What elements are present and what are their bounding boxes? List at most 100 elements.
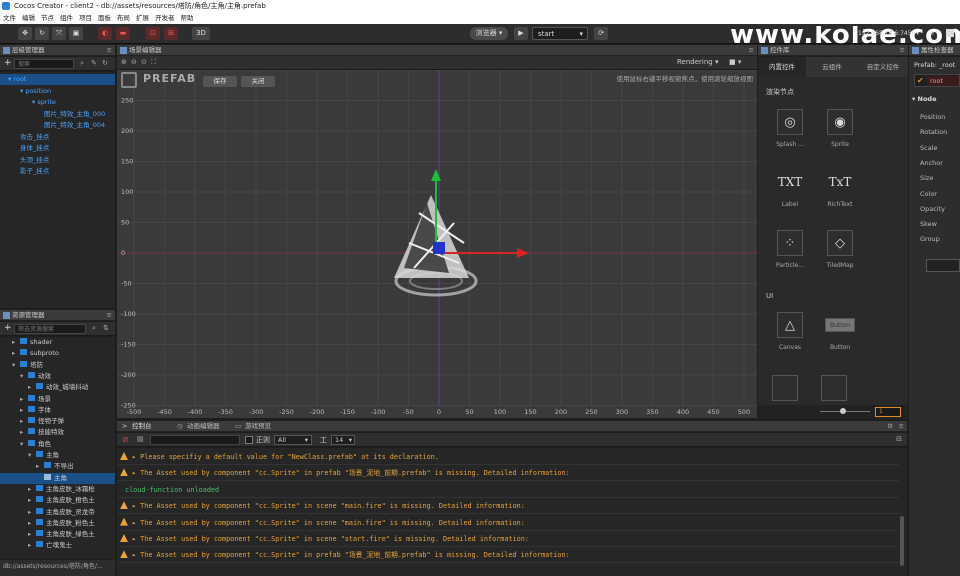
- panel-menu-icon[interactable]: ≡: [107, 310, 112, 320]
- assets-panel-header[interactable]: 资源管理器 ≡: [0, 310, 115, 321]
- log-level-select[interactable]: All ▾: [274, 435, 312, 445]
- prefab-save-button[interactable]: 保存: [203, 76, 237, 87]
- menu-item[interactable]: 帮助: [178, 12, 197, 24]
- assets-search-input[interactable]: 筛选资源搜索: [14, 324, 86, 334]
- zoom-out-icon[interactable]: ⊖: [131, 58, 137, 66]
- hierarchy-search-input[interactable]: 搜索: [14, 59, 74, 69]
- console-warning[interactable]: ▸ The Asset used by component "cc.Sprite…: [117, 548, 899, 564]
- hierarchy-node[interactable]: 头顶_挂点: [0, 155, 115, 166]
- console-scrollbar[interactable]: [900, 516, 904, 566]
- open-log-icon[interactable]: ▤: [137, 435, 144, 443]
- asset-item[interactable]: ▸ 亡魂鬼士: [0, 540, 115, 551]
- asset-item[interactable]: ▸ shader: [0, 337, 115, 348]
- asset-item[interactable]: ▸ 主角皮肤_粉色土: [0, 518, 115, 529]
- component-particle[interactable]: ⁘ Particle...: [770, 230, 810, 269]
- fit-view-icon[interactable]: ⛶: [151, 58, 156, 67]
- components-panel-header[interactable]: 控件库 ≡: [758, 45, 908, 56]
- zoom-input[interactable]: 1: [875, 407, 901, 417]
- hierarchy-node[interactable]: ▾ root: [0, 74, 115, 85]
- browser-select[interactable]: 浏览器 ▾: [470, 27, 508, 40]
- asset-item[interactable]: 主角: [0, 472, 115, 484]
- play-button[interactable]: ▶: [514, 27, 528, 40]
- menu-item[interactable]: 项目: [76, 12, 95, 24]
- menu-item[interactable]: 组件: [57, 12, 76, 24]
- tab-console[interactable]: 控制台: [132, 421, 152, 431]
- menu-item[interactable]: 布局: [114, 12, 133, 24]
- asset-item[interactable]: ▾ 角色: [0, 439, 115, 450]
- asset-item[interactable]: ▸ 主角皮肤_冰霜枪: [0, 484, 115, 495]
- collapse-icon[interactable]: ⊟: [896, 435, 902, 443]
- rotate-tool-button[interactable]: ↻: [35, 27, 49, 40]
- gizmo-toggle-button[interactable]: ⊞: [164, 27, 178, 40]
- snap-toggle-button[interactable]: ⊡: [146, 27, 160, 40]
- sort-icon[interactable]: ⇅: [103, 324, 109, 332]
- refresh-icon[interactable]: ↻: [102, 59, 108, 67]
- rect-tool-button[interactable]: ▣: [69, 27, 83, 40]
- tab-animation-editor[interactable]: 动画编辑器: [187, 421, 220, 431]
- mode-3d-button[interactable]: 3D: [192, 27, 210, 40]
- asset-item[interactable]: ▾ 主角: [0, 450, 115, 461]
- zoom-in-icon[interactable]: ⊕: [121, 58, 127, 66]
- menu-item[interactable]: 面板: [95, 12, 114, 24]
- pivot-toggle-button[interactable]: ◐: [98, 27, 112, 40]
- menu-item[interactable]: 扩展: [133, 12, 152, 24]
- panel-menu-icon[interactable]: ≡: [749, 45, 754, 55]
- folder-icon[interactable]: [946, 29, 954, 37]
- add-component-button[interactable]: [926, 259, 960, 272]
- console-warning[interactable]: ▸ The Asset used by component "cc.Sprite…: [117, 532, 899, 547]
- menu-item[interactable]: 开发者: [152, 12, 178, 24]
- tab-game-preview[interactable]: 游戏预览: [245, 421, 271, 431]
- component-label[interactable]: TXT Label: [770, 169, 810, 208]
- regex-checkbox[interactable]: [245, 436, 253, 444]
- console-warning[interactable]: ▸ Please specifiy a default value for "N…: [117, 450, 899, 465]
- console-settings-icon[interactable]: ⚙: [887, 421, 893, 431]
- scene-select[interactable]: start ▾: [532, 27, 588, 40]
- console-warning[interactable]: ▸ The Asset used by component "cc.Sprite…: [117, 466, 899, 482]
- hierarchy-node[interactable]: 身体_挂点: [0, 143, 115, 154]
- hierarchy-node[interactable]: 图片_特效_主角_000: [0, 109, 115, 120]
- zoom-reset-icon[interactable]: ⊙: [141, 58, 147, 66]
- component-button[interactable]: Button Button: [820, 312, 860, 351]
- hierarchy-node[interactable]: 攻击_挂点: [0, 132, 115, 143]
- console-warning[interactable]: ▸ The Asset used by component "cc.Sprite…: [117, 516, 899, 531]
- node-section-header[interactable]: ▾ Node: [912, 95, 937, 103]
- hierarchy-node[interactable]: ▾ sprite: [0, 97, 115, 108]
- asset-item[interactable]: ▸ 字体: [0, 405, 115, 416]
- node-name-input[interactable]: root: [927, 76, 959, 86]
- search-icon[interactable]: ⌕: [80, 59, 84, 68]
- local-toggle-button[interactable]: ▬: [116, 27, 130, 40]
- component-richtext[interactable]: TxT RichText: [820, 169, 860, 208]
- search-icon[interactable]: ⌕: [92, 324, 96, 333]
- asset-item[interactable]: ▸ 主角皮肤_橙色土: [0, 495, 115, 506]
- tab-custom[interactable]: 自定义控件: [858, 57, 908, 77]
- panel-menu-icon[interactable]: ≡: [899, 421, 904, 431]
- scale-tool-button[interactable]: ⤧: [52, 27, 66, 40]
- hierarchy-panel-header[interactable]: 层级管理器 ≡: [0, 45, 115, 56]
- asset-item[interactable]: ▾ 动效: [0, 371, 115, 382]
- panel-menu-icon[interactable]: ≡: [900, 45, 905, 55]
- tab-builtin[interactable]: 内置控件: [758, 57, 806, 77]
- menu-item[interactable]: 编辑: [19, 12, 38, 24]
- layout-icon[interactable]: [772, 375, 798, 401]
- menu-item[interactable]: 文件: [0, 12, 19, 24]
- scrollview-icon[interactable]: [821, 375, 847, 401]
- scene-viewport[interactable]: -550-500-450-400-350-300-250-200-150-100…: [117, 56, 757, 418]
- menu-item[interactable]: 节点: [38, 12, 57, 24]
- asset-item[interactable]: ▸ 不导出: [0, 461, 115, 472]
- font-size-select[interactable]: 14 ▾: [331, 435, 355, 445]
- panel-menu-icon[interactable]: ≡: [107, 45, 112, 55]
- camera-icon[interactable]: ■ ▾: [729, 58, 741, 66]
- hierarchy-node[interactable]: 图片_特效_主角_004: [0, 120, 115, 131]
- asset-item[interactable]: ▸ 场景: [0, 394, 115, 405]
- component-splash[interactable]: ◎ Splash ...: [770, 109, 810, 148]
- refresh-button[interactable]: ⟳: [594, 27, 608, 40]
- clear-console-icon[interactable]: ⊘: [122, 435, 129, 444]
- inspector-panel-header[interactable]: 属性检查器: [909, 45, 960, 56]
- move-tool-button[interactable]: ✥: [18, 27, 32, 40]
- prefab-close-button[interactable]: 关闭: [241, 76, 275, 87]
- asset-item[interactable]: ▸ 技能特效: [0, 427, 115, 438]
- hierarchy-node[interactable]: ▾ position: [0, 86, 115, 97]
- scene-panel-header[interactable]: 场景编辑器 ≡: [117, 45, 757, 56]
- hierarchy-node[interactable]: 影子_挂点: [0, 166, 115, 177]
- asset-item[interactable]: ▸ 主角皮肤_灵龙帝: [0, 507, 115, 518]
